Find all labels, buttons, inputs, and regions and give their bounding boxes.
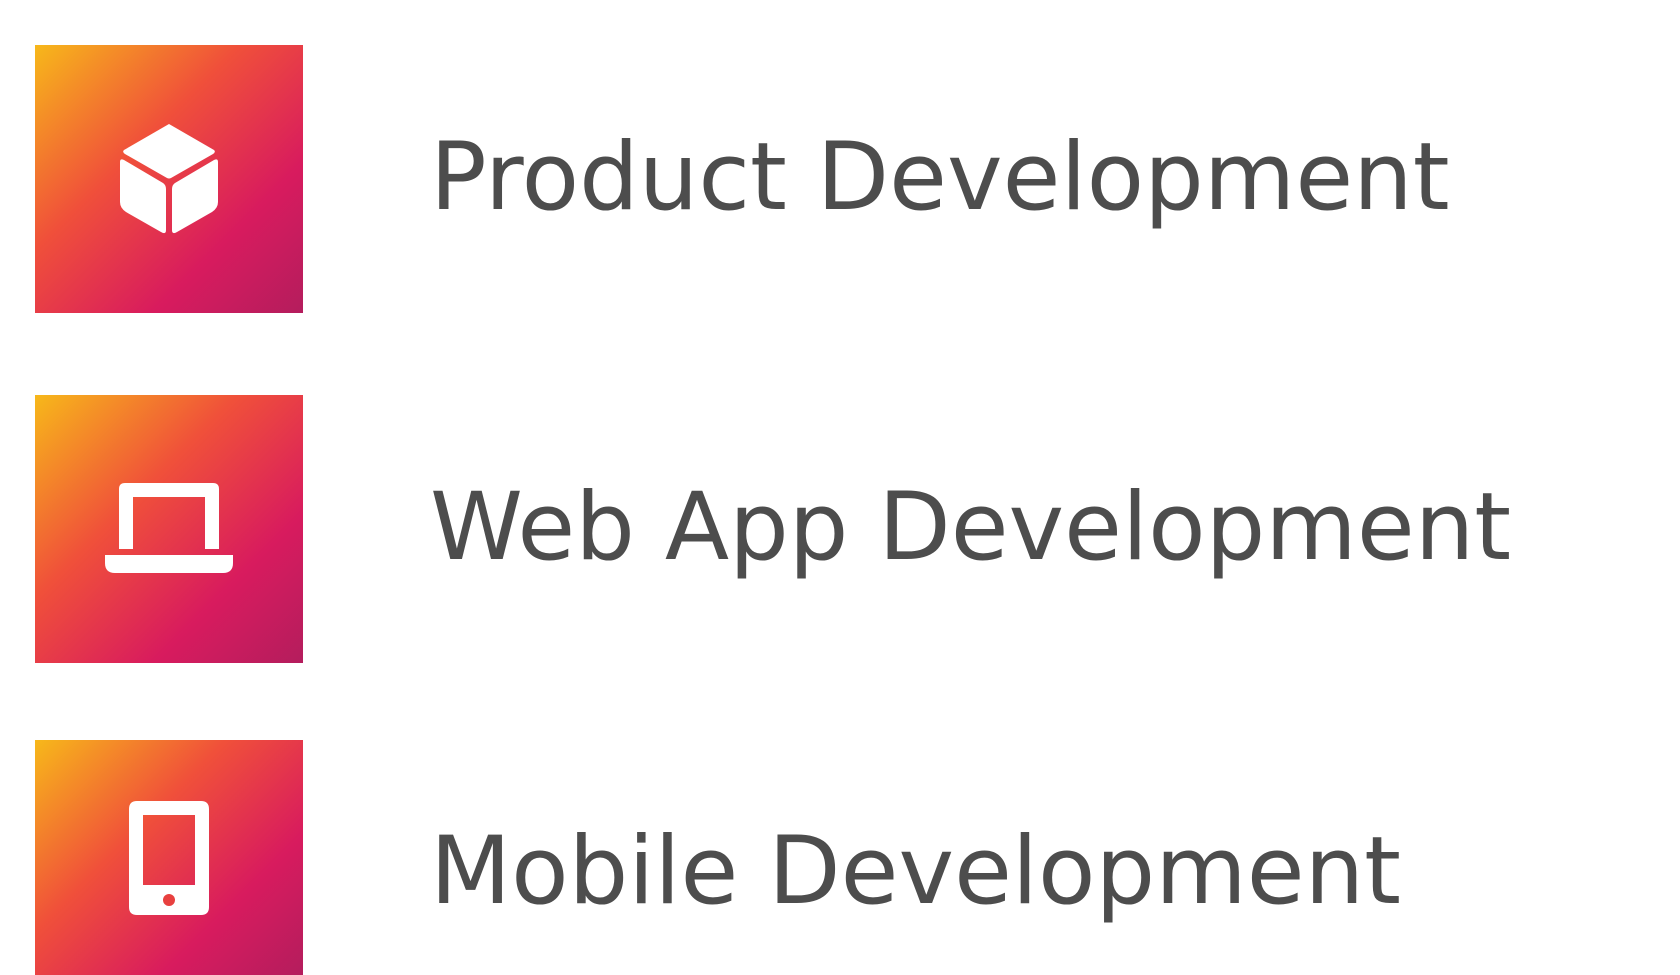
service-label: Web App Development <box>430 473 1512 583</box>
services-page: Product Development Web App Development … <box>0 0 1680 975</box>
service-product-development: Product Development <box>35 45 1635 315</box>
service-icon-tile <box>35 395 303 663</box>
service-label: Product Development <box>430 123 1450 233</box>
cube-icon <box>120 124 218 234</box>
mobile-phone-icon <box>129 800 209 915</box>
laptop-icon <box>105 483 233 573</box>
service-web-app-development: Web App Development <box>35 395 1635 665</box>
service-icon-tile <box>35 45 303 313</box>
service-mobile-development: Mobile Development <box>35 740 1635 975</box>
service-icon-tile <box>35 740 303 975</box>
service-label: Mobile Development <box>430 817 1402 927</box>
